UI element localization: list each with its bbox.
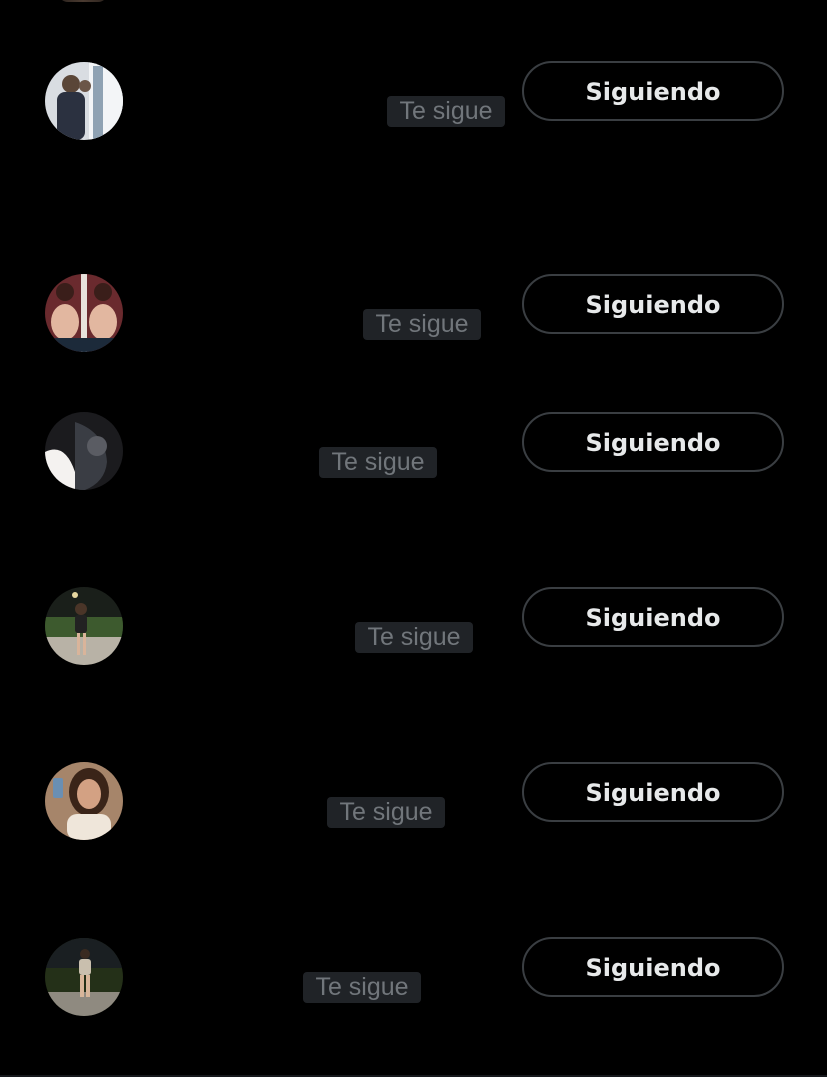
list-item[interactable]: Te sigue Siguiendo bbox=[0, 274, 827, 374]
following-button[interactable]: Siguiendo bbox=[522, 587, 784, 647]
following-button[interactable]: Siguiendo bbox=[522, 937, 784, 997]
follows-you-badge: Te sigue bbox=[327, 797, 445, 828]
follows-you-badge: Te sigue bbox=[387, 96, 505, 127]
avatar[interactable] bbox=[45, 587, 123, 665]
avatar[interactable] bbox=[45, 274, 123, 352]
list-item[interactable]: Te sigue Siguiendo bbox=[0, 587, 827, 687]
follows-you-badge: Te sigue bbox=[319, 447, 437, 478]
avatar-photo-icon bbox=[45, 274, 123, 352]
follows-you-badge: Te sigue bbox=[363, 309, 481, 340]
partial-avatar-top bbox=[58, 0, 108, 2]
following-button[interactable]: Siguiendo bbox=[522, 762, 784, 822]
follows-you-badge: Te sigue bbox=[355, 622, 473, 653]
avatar[interactable] bbox=[45, 412, 123, 490]
avatar[interactable] bbox=[45, 938, 123, 1016]
following-button[interactable]: Siguiendo bbox=[522, 274, 784, 334]
avatar[interactable] bbox=[45, 62, 123, 140]
avatar[interactable] bbox=[45, 762, 123, 840]
list-item[interactable]: Te sigue Siguiendo bbox=[0, 937, 827, 1037]
list-item[interactable]: Te sigue Siguiendo bbox=[0, 61, 827, 161]
avatar-photo-icon bbox=[45, 762, 123, 840]
avatar-photo-icon bbox=[45, 938, 123, 1016]
avatar-photo-icon bbox=[45, 412, 123, 490]
list-item[interactable]: Te sigue Siguiendo bbox=[0, 762, 827, 862]
avatar-photo-icon bbox=[45, 587, 123, 665]
following-button[interactable]: Siguiendo bbox=[522, 61, 784, 121]
avatar-photo-icon bbox=[45, 62, 123, 140]
list-item[interactable]: Te sigue Siguiendo bbox=[0, 412, 827, 512]
follows-you-badge: Te sigue bbox=[303, 972, 421, 1003]
following-button[interactable]: Siguiendo bbox=[522, 412, 784, 472]
